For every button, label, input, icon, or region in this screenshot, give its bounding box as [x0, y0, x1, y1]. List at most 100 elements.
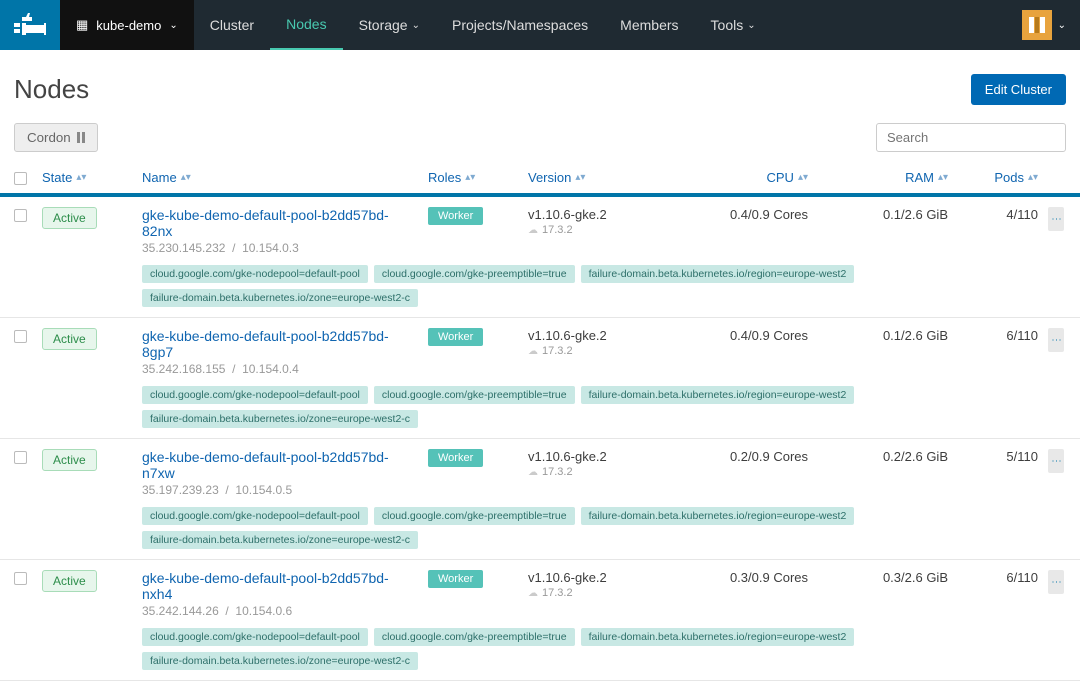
sort-icon: ▴▾	[465, 175, 475, 180]
row-actions-button[interactable]: ⋮	[1048, 207, 1064, 231]
nav-item-projects-namespaces[interactable]: Projects/Namespaces	[436, 0, 604, 50]
row-checkbox[interactable]	[14, 330, 27, 343]
table-row: Active gke-kube-demo-default-pool-b2dd57b…	[0, 439, 1080, 560]
cordon-button[interactable]: Cordon	[14, 123, 98, 152]
sort-icon: ▴▾	[798, 175, 808, 180]
nav-items: Cluster Nodes Storage ⌄ Projects/Namespaces M…	[194, 0, 772, 50]
label-chip: failure-domain.beta.kubernetes.io/region…	[581, 265, 855, 283]
cluster-name: kube-demo	[96, 18, 161, 33]
col-state[interactable]: State▴▾	[42, 170, 132, 185]
col-version[interactable]: Version▴▾	[528, 170, 668, 185]
label-chip: failure-domain.beta.kubernetes.io/zone=e…	[142, 289, 418, 307]
cloud-icon: ☁	[528, 225, 538, 236]
rancher-logo-icon	[12, 13, 48, 37]
row-checkbox[interactable]	[14, 451, 27, 464]
nav-item-storage[interactable]: Storage ⌄	[343, 0, 436, 50]
col-name[interactable]: Name▴▾	[142, 170, 418, 185]
sort-icon: ▴▾	[938, 175, 948, 180]
col-ram[interactable]: RAM▴▾	[818, 170, 948, 185]
label-chip: failure-domain.beta.kubernetes.io/zone=e…	[142, 531, 418, 549]
node-ips: 35.230.145.232 / 10.154.0.3	[142, 241, 418, 255]
cloud-icon: ☁	[528, 588, 538, 599]
edit-cluster-button[interactable]: Edit Cluster	[971, 74, 1066, 105]
page-title: Nodes	[14, 74, 89, 105]
user-avatar[interactable]	[1022, 10, 1052, 40]
nav-label: Tools	[711, 17, 744, 33]
node-labels: cloud.google.com/gke-nodepool=default-po…	[142, 628, 1066, 670]
k8s-version: v1.10.6-gke.2	[528, 570, 668, 585]
label-chip: cloud.google.com/gke-nodepool=default-po…	[142, 507, 368, 525]
nav-label: Cluster	[210, 17, 254, 33]
grid-icon: ▦	[76, 17, 88, 33]
search-input[interactable]	[876, 123, 1066, 152]
nav-item-nodes[interactable]: Nodes	[270, 0, 342, 50]
label-chip: cloud.google.com/gke-nodepool=default-po…	[142, 386, 368, 404]
table-row: Active gke-kube-demo-default-pool-b2dd57b…	[0, 560, 1080, 681]
ram-metric: 0.2/2.6 GiB	[818, 449, 948, 464]
pods-metric: 5/110	[958, 449, 1038, 464]
logo[interactable]	[0, 0, 60, 50]
cluster-selector[interactable]: ▦ kube-demo ⌄	[60, 0, 194, 50]
row-actions-button[interactable]: ⋮	[1048, 328, 1064, 352]
role-badge: Worker	[428, 328, 483, 346]
table-header: State▴▾ Name▴▾ Roles▴▾ Version▴▾ CPU▴▾ R…	[0, 162, 1080, 195]
pods-metric: 6/110	[958, 328, 1038, 343]
nav-item-members[interactable]: Members	[604, 0, 694, 50]
status-badge: Active	[42, 570, 97, 592]
row-actions-button[interactable]: ⋮	[1048, 449, 1064, 473]
row-checkbox[interactable]	[14, 209, 27, 222]
label-chip: failure-domain.beta.kubernetes.io/region…	[581, 386, 855, 404]
node-name-link[interactable]: gke-kube-demo-default-pool-b2dd57bd-8gp7	[142, 328, 418, 360]
node-name-link[interactable]: gke-kube-demo-default-pool-b2dd57bd-n7xw	[142, 449, 418, 481]
sort-icon: ▴▾	[76, 175, 86, 180]
nav-label: Members	[620, 17, 678, 33]
docker-version: ☁17.3.2	[528, 587, 668, 599]
cpu-metric: 0.4/0.9 Cores	[678, 328, 808, 343]
table-row: Activegke-kube-demo-default-pool-b2dd57b…	[0, 195, 1080, 318]
pause-icon	[77, 132, 85, 143]
chevron-down-icon: ⌄	[412, 20, 420, 31]
col-cpu[interactable]: CPU▴▾	[678, 170, 808, 185]
label-chip: failure-domain.beta.kubernetes.io/zone=e…	[142, 410, 418, 428]
role-badge: Worker	[428, 449, 483, 467]
role-badge: Worker	[428, 207, 483, 225]
label-chip: cloud.google.com/gke-nodepool=default-po…	[142, 628, 368, 646]
nav-item-cluster[interactable]: Cluster	[194, 0, 270, 50]
table-row: Active gke-kube-demo-default-pool-b2dd57b…	[0, 318, 1080, 439]
chevron-down-icon: ⌄	[747, 20, 755, 31]
nav-label: Storage	[359, 17, 408, 33]
top-nav: ▦ kube-demo ⌄ Cluster Nodes Storage ⌄ Projec…	[0, 0, 1080, 50]
sort-icon: ▴▾	[1028, 175, 1038, 180]
nav-item-tools[interactable]: Tools⌄	[695, 0, 772, 50]
node-ips: 35.242.168.155 / 10.154.0.4	[142, 362, 418, 376]
ram-metric: 0.3/2.6 GiB	[818, 570, 948, 585]
label-chip: failure-domain.beta.kubernetes.io/region…	[581, 628, 855, 646]
nav-label: Projects/Namespaces	[452, 17, 588, 33]
user-menu-chevron[interactable]: ⌄	[1058, 20, 1066, 31]
toolbar: Cordon	[0, 123, 1080, 162]
label-chip: cloud.google.com/gke-preemptible=true	[374, 386, 575, 404]
docker-version: ☁17.3.2	[528, 224, 668, 236]
row-actions-button[interactable]: ⋮	[1048, 570, 1064, 594]
cordon-label: Cordon	[27, 130, 71, 145]
node-ips: 35.242.144.26 / 10.154.0.6	[142, 604, 418, 618]
label-chip: failure-domain.beta.kubernetes.io/region…	[581, 507, 855, 525]
pods-metric: 4/110	[958, 207, 1038, 222]
status-badge: Active	[42, 328, 97, 350]
select-all-checkbox[interactable]	[14, 172, 27, 185]
status-badge: Active	[42, 449, 97, 471]
label-chip: cloud.google.com/gke-nodepool=default-po…	[142, 265, 368, 283]
node-ips: 35.197.239.23 / 10.154.0.5	[142, 483, 418, 497]
ram-metric: 0.1/2.6 GiB	[818, 328, 948, 343]
node-labels: cloud.google.com/gke-nodepool=default-po…	[142, 265, 1066, 307]
row-checkbox[interactable]	[14, 572, 27, 585]
cloud-icon: ☁	[528, 346, 538, 357]
node-labels: cloud.google.com/gke-nodepool=default-po…	[142, 507, 1066, 549]
page-header: Nodes Edit Cluster	[0, 50, 1080, 123]
node-name-link[interactable]: gke-kube-demo-default-pool-b2dd57bd-nxh4	[142, 570, 418, 602]
node-name-link[interactable]: gke-kube-demo-default-pool-b2dd57bd-82nx	[142, 207, 418, 239]
col-pods[interactable]: Pods▴▾	[958, 170, 1038, 185]
col-roles[interactable]: Roles▴▾	[428, 170, 518, 185]
label-chip: failure-domain.beta.kubernetes.io/zone=e…	[142, 652, 418, 670]
node-labels: cloud.google.com/gke-nodepool=default-po…	[142, 386, 1066, 428]
